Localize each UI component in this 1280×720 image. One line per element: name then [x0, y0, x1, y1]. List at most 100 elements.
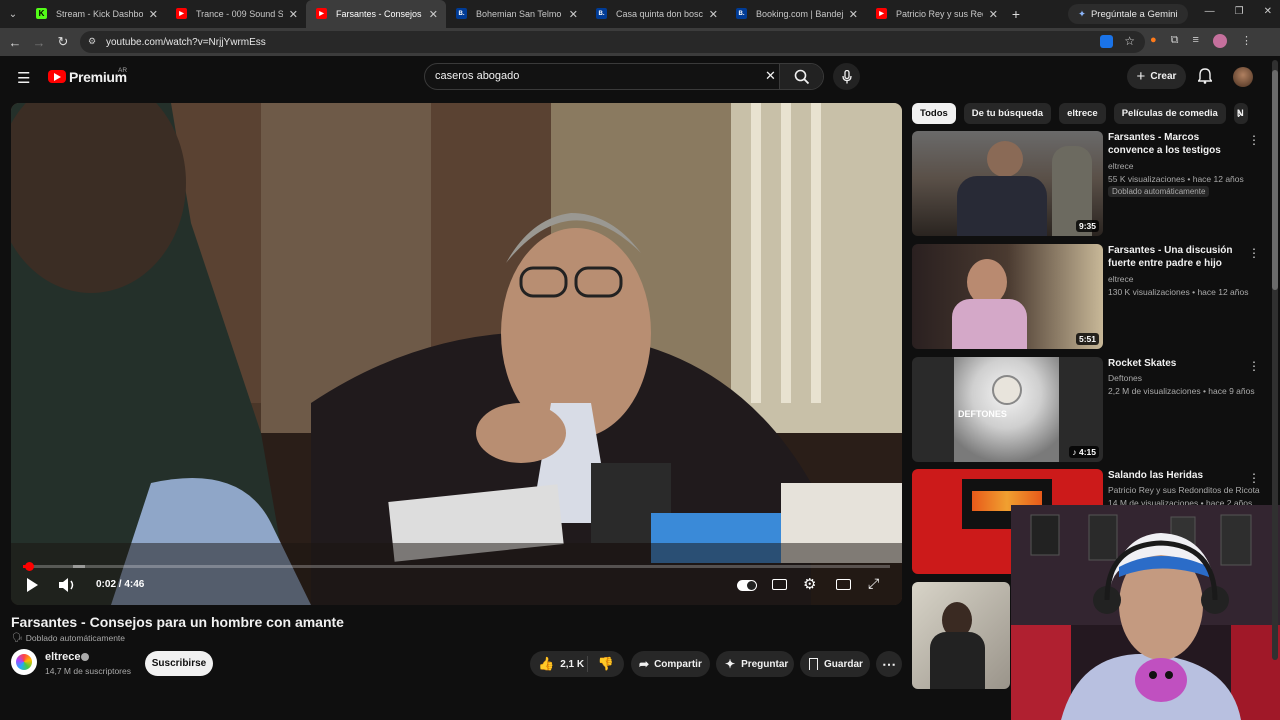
tab-label: Casa quinta don bosco, B: [616, 9, 703, 19]
plus-icon: +: [1136, 68, 1146, 85]
close-window-icon[interactable]: ✕: [1264, 6, 1272, 17]
tab-search-icon[interactable]: ⌄: [0, 9, 26, 20]
close-icon[interactable]: ✕: [569, 8, 578, 21]
clear-search-icon[interactable]: ✕: [765, 68, 776, 84]
share-button[interactable]: ➦ Compartir: [631, 651, 710, 677]
chip-de-tu-busqueda[interactable]: De tu búsqueda: [963, 103, 1052, 124]
gemini-icon: ✦: [1078, 8, 1086, 20]
url-text: youtube.com/watch?v=NrjjYwrmEss: [106, 36, 266, 48]
tab-label: Trance - 009 Sound System: [196, 9, 283, 19]
thumbs-down-icon: 👎: [597, 656, 615, 671]
restore-icon[interactable]: ❐: [1235, 6, 1244, 17]
browser-tab[interactable]: K Stream - Kick Dashboard ✕: [26, 0, 166, 28]
browser-tab[interactable]: ▶ Patricio Rey y sus Redond ✕: [866, 0, 1006, 28]
recommendation-item[interactable]: DEFTONES ♪ 4:15 Rocket Skates Deftones 2…: [912, 357, 1274, 462]
theater-mode-icon[interactable]: [836, 579, 851, 590]
rec-title: Rocket Skates: [1108, 358, 1177, 369]
notifications-button[interactable]: [1197, 68, 1213, 89]
puzzle-icon[interactable]: ⧉: [1171, 34, 1179, 48]
bookmark-star-icon[interactable]: ☆: [1124, 34, 1135, 48]
booking-icon: B.: [456, 8, 467, 19]
video-thumbnail[interactable]: DEFTONES ♪ 4:15: [912, 357, 1103, 462]
browser-tab[interactable]: B. Bohemian San Telmo for ✕: [446, 0, 586, 28]
browser-tab[interactable]: B. Booking.com | Bandeja de ✕: [726, 0, 866, 28]
more-options-icon[interactable]: ⋮: [1248, 133, 1260, 147]
video-thumbnail[interactable]: 5:51: [912, 244, 1103, 349]
reload-icon[interactable]: ↻: [51, 34, 75, 50]
autoplay-toggle[interactable]: [737, 580, 757, 591]
play-glyph: [54, 73, 61, 81]
account-avatar[interactable]: [1233, 67, 1253, 87]
youtube-icon: ▶: [876, 8, 887, 19]
more-options-icon[interactable]: ⋮: [1248, 471, 1260, 485]
more-actions-button[interactable]: ⋯: [876, 651, 902, 677]
chip-todos[interactable]: Todos: [912, 103, 956, 124]
volume-icon[interactable]: [58, 577, 76, 593]
voice-search-button[interactable]: [833, 63, 860, 90]
save-button[interactable]: Guardar: [800, 651, 870, 677]
duration-badge: 9:35: [1075, 220, 1099, 232]
browser-tab[interactable]: ▶ Trance - 009 Sound System ✕: [166, 0, 306, 28]
minimize-icon[interactable]: —: [1205, 6, 1215, 17]
chip-peliculas-comedia[interactable]: Películas de comedia: [1113, 103, 1226, 124]
browser-tab[interactable]: B. Casa quinta don bosco, B ✕: [586, 0, 726, 28]
verified-icon: [81, 653, 89, 661]
bell-icon: [1197, 68, 1213, 84]
browser-tab-active[interactable]: ▶ Farsantes - Consejos para ✕: [306, 0, 446, 28]
eltrece-logo-icon: [16, 654, 32, 670]
microphone-icon: [841, 69, 852, 83]
progress-track[interactable]: [23, 562, 890, 571]
sparkle-icon: ✦: [725, 657, 736, 671]
time-display: 0:02 / 4:46: [96, 579, 145, 590]
video-player[interactable]: 0:02 / 4:46 ⚙ ⤢: [11, 103, 902, 605]
create-label: Crear: [1150, 71, 1177, 82]
more-options-icon[interactable]: ⋮: [1248, 246, 1260, 260]
dubbed-label: Doblado automáticamente: [25, 632, 126, 643]
gemini-button[interactable]: ✦ Pregúntale a Gemini: [1068, 4, 1188, 24]
recommendation-item[interactable]: 9:35 Farsantes - Marcos convence a los t…: [912, 131, 1274, 236]
close-icon[interactable]: ✕: [849, 8, 858, 21]
site-info-icon[interactable]: ⚙: [88, 36, 96, 47]
video-thumbnail[interactable]: 9:35: [912, 131, 1103, 236]
close-icon[interactable]: ✕: [989, 8, 998, 21]
search-input[interactable]: [435, 70, 755, 82]
rec-channel: eltrece: [1108, 161, 1134, 171]
scrubber-handle[interactable]: [25, 562, 35, 571]
play-icon[interactable]: [27, 578, 38, 592]
extension-icon[interactable]: ●: [1150, 34, 1157, 48]
captions-icon[interactable]: [772, 579, 787, 590]
rec-title: Farsantes - Una discusión fuerte entre p…: [1108, 245, 1233, 269]
close-icon[interactable]: ✕: [149, 8, 158, 21]
fullscreen-icon[interactable]: ⤢: [868, 575, 879, 592]
forward-icon[interactable]: →: [27, 35, 51, 50]
ask-button[interactable]: ✦ Preguntar: [716, 651, 794, 677]
video-thumbnail[interactable]: [912, 582, 1010, 689]
like-dislike-group: 👍 2,1 K 👎: [530, 651, 624, 677]
back-icon[interactable]: ←: [3, 35, 27, 50]
dislike-button[interactable]: 👎: [588, 656, 624, 672]
close-icon[interactable]: ✕: [709, 8, 718, 21]
address-bar[interactable]: ⚙ youtube.com/watch?v=NrjjYwrmEss ☆: [80, 31, 1145, 53]
media-control-icon[interactable]: ≡: [1193, 34, 1199, 48]
close-icon[interactable]: ✕: [429, 8, 438, 21]
create-button[interactable]: + Crear: [1127, 64, 1186, 89]
more-options-icon[interactable]: ⋮: [1248, 359, 1260, 373]
close-icon[interactable]: ✕: [289, 8, 298, 21]
subscribe-button[interactable]: Suscribirse: [145, 651, 213, 676]
recommendation-item[interactable]: 5:51 Farsantes - Una discusión fuerte en…: [912, 244, 1274, 349]
settings-gear-icon[interactable]: ⚙: [803, 575, 816, 593]
channel-name[interactable]: eltrece: [45, 651, 80, 663]
search-button[interactable]: [779, 64, 823, 89]
scrollbar-thumb[interactable]: [1272, 70, 1278, 290]
hamburger-menu-icon[interactable]: ☰: [17, 69, 30, 87]
profile-avatar[interactable]: [1212, 34, 1227, 48]
kebab-menu-icon[interactable]: ⋮: [1241, 34, 1252, 48]
new-tab-button[interactable]: +: [1006, 6, 1026, 22]
chips-next-icon[interactable]: ›: [1237, 105, 1242, 121]
chip-eltrece[interactable]: eltrece: [1059, 103, 1106, 124]
translate-icon[interactable]: [1100, 35, 1113, 48]
tab-label: Stream - Kick Dashboard: [56, 9, 143, 19]
like-button[interactable]: 👍 2,1 K: [530, 656, 588, 672]
page-scrollbar[interactable]: [1272, 60, 1278, 660]
channel-avatar[interactable]: [11, 649, 37, 675]
